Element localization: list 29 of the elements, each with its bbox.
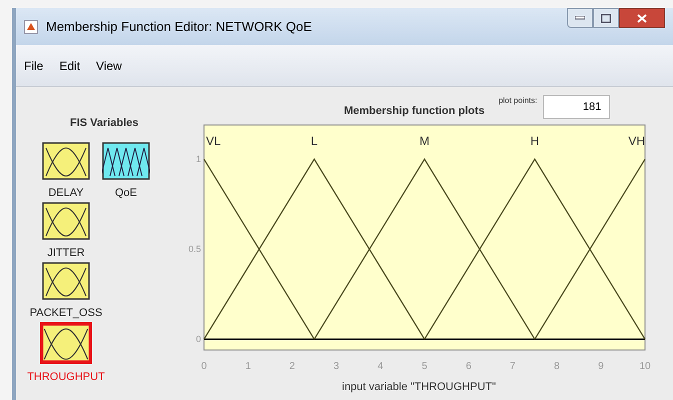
tick-label: 2 — [289, 361, 295, 372]
tick-label: 1 — [245, 361, 251, 372]
tick-label: 0 — [201, 361, 207, 372]
tick-label: 9 — [598, 361, 604, 372]
variable-label: THROUGHPUT — [27, 370, 105, 384]
tick-label: 0.5 — [188, 244, 201, 254]
window-title: Membership Function Editor: NETWORK QoE — [46, 18, 312, 36]
tick-label: 0 — [196, 334, 201, 344]
series-label: VH — [628, 134, 645, 148]
panel-title: FIS Variables — [70, 116, 140, 131]
series-label: L — [310, 134, 318, 148]
series-label: VL — [206, 134, 221, 148]
tick-label: 3 — [334, 361, 340, 372]
tick-label: 6 — [466, 361, 472, 372]
tick-label: 5 — [422, 361, 428, 372]
tick-label: 4 — [378, 361, 384, 372]
series-label: M — [420, 134, 430, 148]
variable-label: JITTER — [47, 246, 85, 260]
tick-label: 7 — [510, 361, 516, 372]
variable-label: PACKET_OSS — [30, 306, 102, 320]
axis-label: input variable "THROUGHPUT" — [342, 380, 497, 395]
plot-title: Membership function plots — [344, 104, 485, 118]
variable-label: DELAY — [48, 186, 84, 200]
plot-points-label: plot points: — [498, 95, 538, 107]
tick-label: 1 — [196, 154, 201, 164]
series-label: H — [530, 134, 540, 148]
tick-label: 8 — [554, 361, 560, 372]
tick-label: 10 — [639, 361, 651, 372]
variable-label: QoE — [114, 186, 137, 200]
